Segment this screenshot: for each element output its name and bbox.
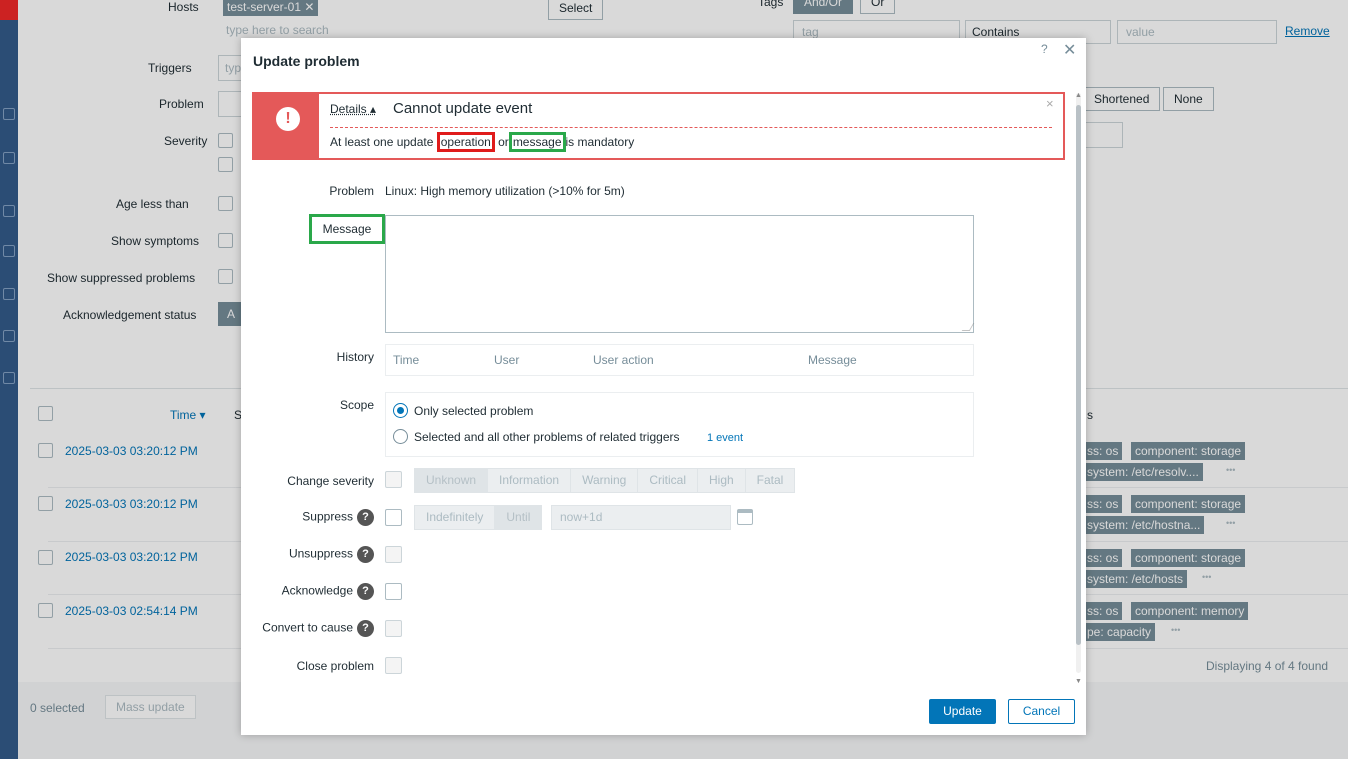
suppress-until-input[interactable]: now+1d	[551, 505, 731, 530]
unsuppress-label-text: Unsuppress	[288, 546, 353, 561]
scope-related-label[interactable]: Selected and all other problems of relat…	[414, 430, 679, 444]
history-col-user-action: User action	[593, 353, 654, 367]
scroll-down-icon[interactable]: ▼	[1075, 678, 1082, 685]
nav-alerts-icon[interactable]	[3, 372, 15, 384]
error-separator	[330, 127, 1052, 128]
suppress-checkbox[interactable]	[385, 509, 402, 526]
highlight-message: message	[508, 132, 566, 152]
severity-high[interactable]: High	[698, 469, 746, 492]
acknowledge-label: Acknowledge?	[241, 583, 374, 600]
message-label-highlight: Message	[309, 214, 385, 244]
calendar-icon[interactable]	[737, 509, 753, 525]
acknowledge-help-icon[interactable]: ?	[357, 583, 374, 600]
zabbix-logo[interactable]	[0, 0, 18, 20]
nav-services-icon[interactable]	[3, 205, 15, 217]
close-problem-label: Close problem	[296, 659, 374, 673]
scope-related-radio[interactable]	[393, 429, 408, 444]
error-text-part: is mandatory	[565, 135, 635, 149]
problem-label: Problem	[329, 184, 374, 198]
dialog-scrollbar-thumb[interactable]	[1076, 105, 1081, 645]
history-label: History	[336, 350, 374, 364]
acknowledge-checkbox[interactable]	[385, 583, 402, 600]
scope-only-selected-label[interactable]: Only selected problem	[414, 404, 533, 418]
scroll-up-icon[interactable]: ▲	[1075, 92, 1082, 99]
change-severity-checkbox[interactable]	[385, 471, 402, 488]
error-detail-text: At least one update operation or message i…	[330, 132, 635, 152]
scope-label: Scope	[339, 398, 374, 412]
main-navigation	[0, 0, 18, 759]
scope-only-selected-radio[interactable]	[393, 403, 408, 418]
nav-monitoring-icon[interactable]	[3, 152, 15, 164]
nav-dashboard-icon[interactable]	[3, 108, 15, 120]
acknowledge-label-text: Acknowledge	[281, 583, 353, 598]
error-text-part: or	[494, 135, 509, 149]
error-icon-area: !	[254, 94, 319, 158]
severity-selector[interactable]: Unknown Information Warning Critical Hig…	[414, 468, 796, 493]
history-col-time: Time	[393, 353, 420, 367]
severity-critical[interactable]: Critical	[638, 469, 698, 492]
update-button[interactable]: Update	[929, 699, 996, 724]
update-problem-dialog: Update problem ? ✕ ! Details ▴ Cannot up…	[241, 38, 1086, 735]
highlight-operation: operation	[436, 132, 495, 152]
message-textarea[interactable]	[385, 215, 975, 333]
message-label: Message	[322, 222, 372, 236]
unsuppress-help-icon[interactable]: ?	[357, 546, 374, 563]
suppress-mode-selector[interactable]: Indefinitely Until	[414, 505, 543, 530]
error-title: Cannot update event	[393, 100, 533, 117]
suppress-help-icon[interactable]: ?	[357, 509, 374, 526]
convert-to-cause-checkbox[interactable]	[385, 620, 402, 637]
error-message-box: ! Details ▴ Cannot update event × At lea…	[252, 92, 1065, 160]
history-col-message: Message	[808, 353, 857, 367]
change-severity-label: Change severity	[287, 474, 374, 488]
error-icon: !	[276, 107, 300, 131]
convert-to-cause-label: Convert to cause?	[241, 620, 374, 637]
suppress-until[interactable]: Until	[495, 506, 542, 529]
suppress-label-text: Suppress	[302, 509, 353, 524]
nav-inventory-icon[interactable]	[3, 245, 15, 257]
suppress-label: Suppress?	[241, 509, 374, 526]
error-text-part: At least one update	[330, 135, 437, 149]
error-details-toggle[interactable]: Details ▴	[330, 102, 376, 116]
error-close-icon[interactable]: ×	[1046, 96, 1054, 111]
resize-handle[interactable]	[961, 323, 975, 331]
unsuppress-checkbox[interactable]	[385, 546, 402, 563]
close-icon[interactable]: ✕	[1063, 40, 1076, 60]
severity-information[interactable]: Information	[488, 469, 572, 492]
dialog-title: Update problem	[253, 53, 360, 69]
problem-value: Linux: High memory utilization (>10% for…	[385, 184, 625, 198]
severity-warning[interactable]: Warning	[571, 469, 639, 492]
scope-event-count: 1 event	[707, 432, 744, 444]
unsuppress-label: Unsuppress?	[241, 546, 374, 563]
suppress-indefinitely[interactable]: Indefinitely	[415, 506, 496, 529]
history-col-user: User	[494, 353, 520, 367]
cancel-button[interactable]: Cancel	[1008, 699, 1075, 724]
nav-reports-icon[interactable]	[3, 288, 15, 300]
help-icon[interactable]: ?	[1041, 42, 1048, 56]
close-problem-checkbox[interactable]	[385, 657, 402, 674]
nav-data-collection-icon[interactable]	[3, 330, 15, 342]
severity-fatal[interactable]: Fatal	[746, 469, 795, 492]
scope-options: Only selected problem Selected and all o…	[385, 392, 974, 457]
convert-help-icon[interactable]: ?	[357, 620, 374, 637]
severity-unknown[interactable]: Unknown	[415, 469, 489, 492]
convert-label-text: Convert to cause	[262, 620, 353, 635]
history-table: Time User User action Message	[385, 344, 974, 376]
